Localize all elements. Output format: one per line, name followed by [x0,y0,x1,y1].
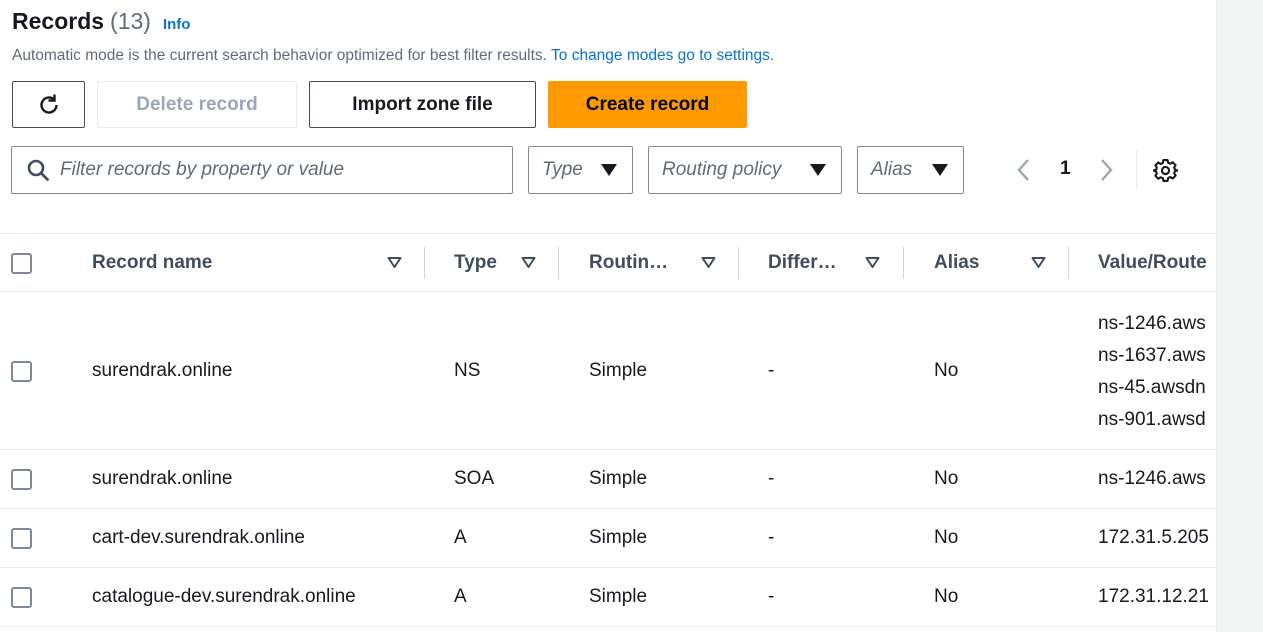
column-differentiator[interactable]: Differ… [768,234,837,292]
search-icon [27,159,49,181]
import-zone-file-button[interactable]: Import zone file [309,81,536,128]
table-row: catalogue-dev.surendrak.online A Simple … [0,568,1216,627]
row-checkbox[interactable] [11,469,32,490]
column-divider[interactable] [424,247,425,279]
record-name-cell: catalogue-dev.surendrak.online [92,586,356,607]
alias-cell: No [934,527,959,548]
caret-down-icon [932,164,948,176]
table-row: cart-dev.surendrak.online A Simple - No … [0,509,1216,568]
column-alias[interactable]: Alias [934,234,979,292]
differentiator-cell: - [768,586,775,607]
gear-icon[interactable] [1153,158,1178,183]
chevron-left-icon[interactable] [1014,157,1034,183]
alias-cell: No [934,360,959,381]
delete-record-button[interactable]: Delete record [97,81,297,128]
table-row: surendrak.online SOA Simple - No ns-1246… [0,450,1216,509]
caret-down-icon [810,164,826,176]
record-count: (13) [110,8,151,34]
routing-cell: Simple [589,586,648,607]
sort-icon[interactable] [701,255,716,270]
column-divider[interactable] [558,247,559,279]
chevron-right-icon[interactable] [1096,157,1116,183]
type-cell: NS [454,360,481,381]
caret-down-icon [601,164,617,176]
page-title: Records [12,8,105,34]
value-cell: ns-1246.aws ns-1637.aws ns-45.awsdn ns-9… [1098,308,1206,436]
record-name-cell: cart-dev.surendrak.online [92,527,305,548]
column-value[interactable]: Value/Route [1098,234,1207,292]
type-select[interactable]: Type [528,146,633,194]
search-mode-description: Automatic mode is the current search beh… [12,47,774,65]
routing-policy-select-label: Routing policy [662,159,782,180]
row-checkbox[interactable] [11,361,32,382]
value-cell: ns-1246.aws [1098,468,1206,489]
records-panel: Records (13) Info Automatic mode is the … [0,0,1216,632]
alias-cell: No [934,468,959,489]
routing-cell: Simple [589,360,648,381]
refresh-button[interactable] [12,81,85,128]
column-divider[interactable] [903,247,904,279]
row-checkbox[interactable] [11,528,32,549]
column-divider[interactable] [1068,247,1069,279]
record-name-cell: surendrak.online [92,468,233,489]
type-cell: A [454,586,467,607]
create-record-button[interactable]: Create record [548,81,747,128]
sort-icon[interactable] [865,255,880,270]
alias-cell: No [934,586,959,607]
sort-icon[interactable] [387,255,402,270]
table-header: Record name Type Routin… Differ… Alias V… [0,233,1216,292]
value-line: ns-901.awsd [1098,409,1206,430]
differentiator-cell: - [768,527,775,548]
type-cell: A [454,527,467,548]
settings-link[interactable]: To change modes go to settings. [551,47,774,64]
filter-records-field[interactable] [11,146,513,194]
routing-policy-select[interactable]: Routing policy [648,146,842,194]
differentiator-cell: - [768,360,775,381]
routing-cell: Simple [589,468,648,489]
refresh-icon [39,94,58,114]
description-text: Automatic mode is the current search beh… [12,47,552,64]
value-line: ns-1637.aws [1098,345,1206,366]
page-number[interactable]: 1 [1060,158,1071,180]
type-cell: SOA [454,468,495,489]
sort-icon[interactable] [521,255,536,270]
routing-cell: Simple [589,527,648,548]
value-line: ns-1246.aws [1098,313,1206,334]
sort-icon[interactable] [1031,255,1046,270]
value-line: ns-45.awsdn [1098,377,1206,398]
row-checkbox[interactable] [11,587,32,608]
differentiator-cell: - [768,468,775,489]
alias-select[interactable]: Alias [857,146,964,194]
table-row: surendrak.online NS Simple - No ns-1246.… [0,292,1216,450]
record-name-cell: surendrak.online [92,360,233,381]
scrollbar-gutter[interactable] [1216,0,1263,632]
filter-records-input[interactable] [60,159,480,181]
column-record-name[interactable]: Record name [92,234,212,292]
column-type[interactable]: Type [454,234,497,292]
alias-select-label: Alias [871,159,913,180]
info-link[interactable]: Info [163,16,191,33]
select-all-checkbox[interactable] [11,253,32,274]
column-routing-policy[interactable]: Routin… [589,234,668,292]
value-cell: 172.31.12.21 [1098,586,1209,607]
value-cell: 172.31.5.205 [1098,527,1209,548]
type-select-label: Type [542,159,583,180]
column-divider[interactable] [738,247,739,279]
records-header: Records (13) Info [12,8,190,35]
pagination-divider [1136,150,1137,190]
